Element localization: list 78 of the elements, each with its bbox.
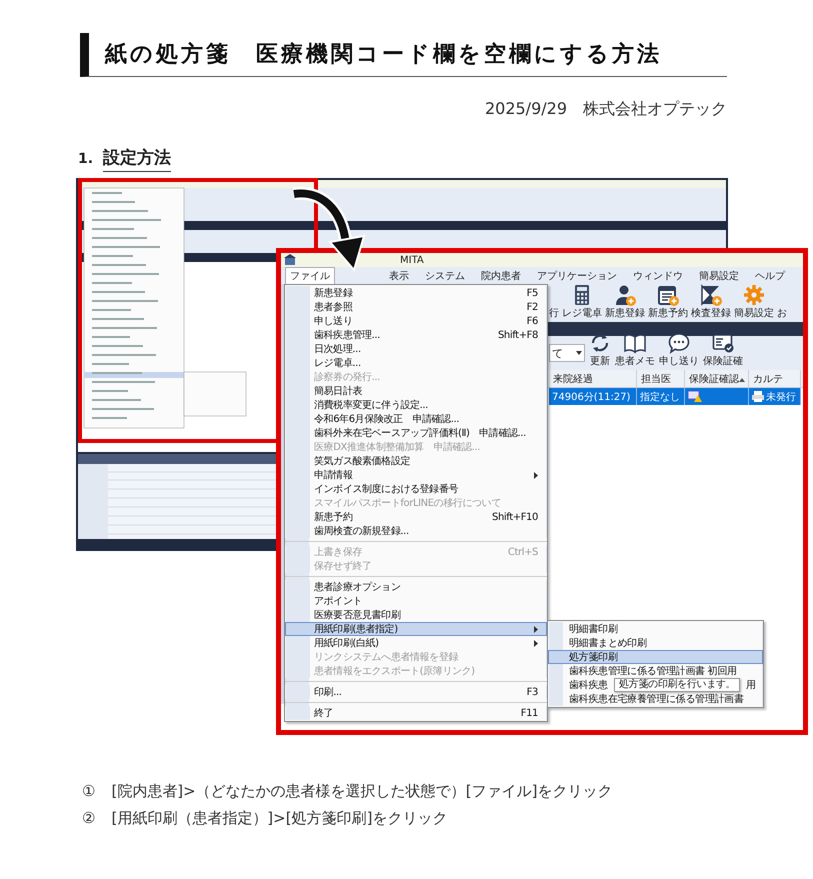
menu-item[interactable]: アポイント [285,594,547,608]
toolbar-button[interactable]: 更新 [589,332,611,370]
printer-icon [752,391,764,402]
refresh-icon [589,332,611,354]
table-cell-text: 未発行 [766,390,796,404]
toolbar-button[interactable]: 行 [549,306,559,322]
step-text: [院内患者]>（どなたかの患者様を選択した状態で）[ファイル]をクリック [111,782,612,801]
column-header[interactable]: 担当医 [637,370,685,387]
author-name: 株式会社オプテック [583,99,727,120]
menu-item[interactable]: 新患予約 Shift+F10 [285,510,547,524]
menu-item[interactable]: 申し送り F6 [285,314,547,328]
menu-item[interactable]: 患者参照 F2 [285,300,547,314]
menu-item[interactable]: 明細書まとめ印刷 [548,636,763,650]
toolbar-button[interactable]: 検査登録 [691,284,731,322]
menu-item[interactable]: 処方箋印刷 [548,650,763,664]
menu-item[interactable]: 用紙印刷(白紙) [285,636,547,650]
calendar-add-icon [657,284,679,306]
menu-item[interactable]: 令和6年6月保険改正 申請確認... [285,412,547,426]
menu-item[interactable]: 用紙印刷(患者指定) [285,622,547,636]
app-logo-icon [284,254,296,266]
sort-up-icon [739,378,745,382]
step-text: [用紙印刷（患者指定）]>[処方箋印刷]をクリック [111,809,448,828]
tooltip: 処方箋の印刷を行います。 [614,678,740,692]
menu-item[interactable]: 終了 F11 [285,706,547,720]
document-title: 紙の処方箋 医療機関コード欄を空欄にする方法 [80,33,727,77]
column-header[interactable]: 保険証確認 [685,370,749,387]
menu-item[interactable]: 消費税率変更に伴う設定... [285,398,547,412]
menu-item[interactable]: 医療要否意見書印刷 [285,608,547,622]
person-add-icon [614,284,636,306]
menu-bar-item[interactable]: アプリケーション [533,268,621,284]
column-header[interactable]: カルテ [749,370,801,387]
book-icon [624,332,646,354]
menu-item[interactable]: 患者診療オプション [285,580,547,594]
section-title: 設定方法 [103,146,172,172]
menu-bar-item[interactable]: ウィンドウ [629,268,687,284]
toolbar-button[interactable]: 申し送り [659,332,699,370]
menu-item[interactable]: 簡易日計表 [285,384,547,398]
menu-item[interactable]: 申請情報 [285,468,547,482]
dropdown-field[interactable]: て [549,344,585,362]
toolbar-button[interactable]: 新患予約 [648,284,688,322]
column-header[interactable]: 来院経過 [549,370,637,387]
menu-item[interactable]: 印刷... F3 [285,685,547,699]
menu-item[interactable]: 歯科疾患管理に係る管理計画書 初回用 [548,664,763,678]
menu-item[interactable]: インボイス制度における登録番号 [285,482,547,496]
warning-card-icon [688,391,702,402]
menu-bar-item[interactable]: 院内患者 [477,268,525,284]
toolbar-button[interactable]: 新患登録 [605,284,645,322]
menu-item[interactable]: 新患登録 F5 [285,286,547,300]
menu-bar-item[interactable]: システム [421,268,469,284]
menu-bar-item[interactable]: 表示 [385,268,413,284]
chat-bubble-icon [668,332,690,354]
dropdown-caret-icon [576,351,582,355]
section-number: 1. [78,151,94,167]
menu-bar-item[interactable]: ファイル [285,266,335,284]
toolbar-button[interactable]: レジ電卓 [562,284,602,322]
document-date: 2025/9/29 [484,99,567,120]
menu-item[interactable]: 日次処理... [285,342,547,356]
step-number: ② [82,809,96,828]
hourglass-add-icon [700,284,722,306]
toolbar-button[interactable]: 保険証確 [703,332,743,370]
toolbar-button[interactable]: 患者メモ [615,332,655,370]
id-card-check-icon [712,332,734,354]
menu-item[interactable]: 笑気ガス酸素価格設定 [285,454,547,468]
toolbar-button[interactable]: お [777,306,787,322]
menu-item[interactable]: レジ電卓... [285,356,547,370]
menu-item[interactable]: 歯科疾患在宅療養管理に係る管理計画書 [548,692,763,706]
table-row[interactable]: 74906分(11:27) 指定なし 未発行 [549,388,801,405]
menu-item[interactable]: 明細書印刷 [548,622,763,636]
menu-bar-item[interactable]: ヘルプ [751,268,789,284]
step-number: ① [82,782,96,801]
menu-item[interactable]: 歯科疾患管理... Shift+F8 [285,328,547,342]
window-title: MITA [400,254,424,266]
toolbar-button[interactable]: 簡易設定 [734,284,774,322]
menu-bar-item[interactable]: 簡易設定 [695,268,743,284]
menu-item[interactable]: 歯科外来在宅ベースアップ評価料(Ⅱ) 申請確認... [285,426,547,440]
menu-item[interactable]: 歯周検査の新規登録... [285,524,547,538]
table-cell: 指定なし [637,388,685,405]
table-cell: 74906分(11:27) [549,388,637,405]
